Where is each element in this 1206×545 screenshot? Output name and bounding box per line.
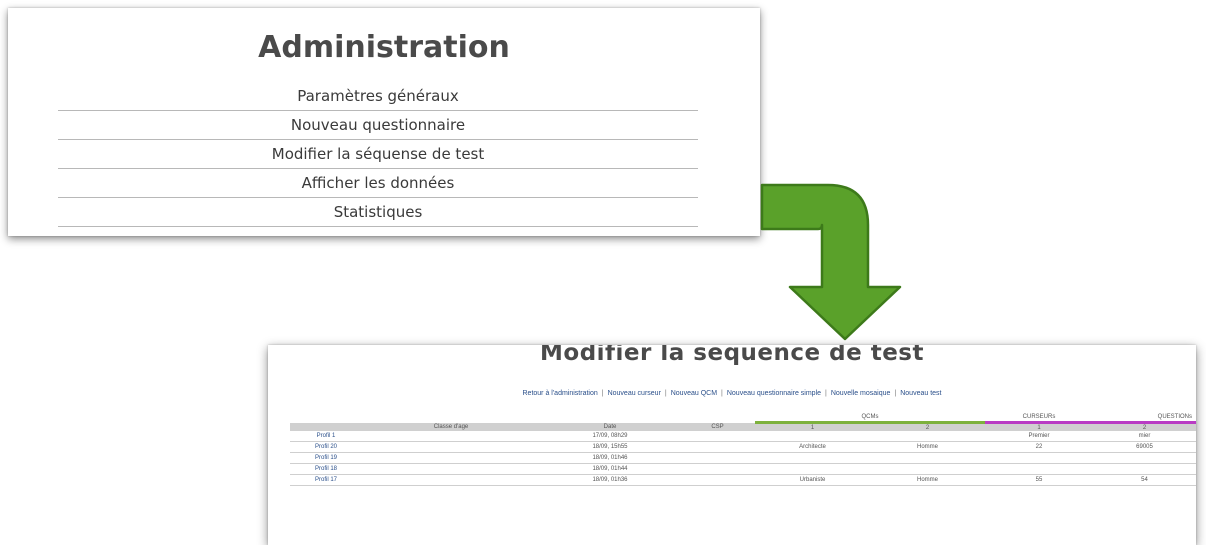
table-cell (680, 474, 755, 486)
table-cell (362, 431, 540, 442)
table-cell: Architecte (755, 441, 870, 453)
table-cell: 55 (985, 474, 1093, 486)
administration-title: Administration (258, 30, 510, 65)
group-spacer (362, 413, 540, 423)
table-cell (362, 452, 540, 464)
table-cell (870, 431, 985, 442)
sequence-links-bar: Retour à l'administration | Nouveau curseu… (268, 390, 1196, 397)
link-new-slider[interactable]: Nouveau curseur (608, 390, 661, 397)
table-group-row: QCMs CURSEURs QUESTIONs (290, 413, 1196, 424)
group-qcm: QCMs (755, 413, 985, 424)
table-cell: 18/09, 01h44 (540, 463, 680, 475)
group-spacer (290, 413, 362, 423)
table-cell: 69005 (1093, 441, 1196, 453)
column-header: 1 (755, 422, 870, 431)
table-cell (755, 431, 870, 442)
table-row: Profil 17 18/09, 01h36 Urbaniste Homme 5… (290, 474, 1196, 486)
link-separator: | (894, 390, 897, 397)
table-row: Profil 1 17/09, 08h29 Premier mier (290, 431, 1196, 442)
table-cell: Homme (870, 474, 985, 486)
table-cell (680, 431, 755, 442)
table-cell: 22 (985, 441, 1093, 453)
sequence-panel: Modifier la sequence de test Retour à l'… (268, 345, 1196, 545)
column-header: 2 (870, 422, 985, 431)
table-header-row: Classe d'age Date CSP 1 2 1 2 (290, 422, 1196, 431)
administration-menu: Paramètres généraux Nouveau questionnair… (58, 82, 698, 227)
table-cell (362, 441, 540, 453)
column-header: Date (540, 422, 680, 431)
profile-link[interactable]: Profil 17 (290, 474, 362, 486)
table-cell (680, 441, 755, 453)
table-cell (362, 463, 540, 475)
column-header (290, 422, 362, 431)
table-cell (870, 463, 985, 475)
profile-link[interactable]: Profil 20 (290, 441, 362, 453)
menu-item-statistics[interactable]: Statistiques (58, 198, 698, 227)
sequence-title: Modifier la sequence de test (540, 345, 924, 366)
group-curseurs: CURSEURs (985, 413, 1093, 424)
table-cell (680, 463, 755, 475)
table-cell: 17/09, 08h29 (540, 431, 680, 442)
menu-item-show-data[interactable]: Afficher les données (58, 169, 698, 198)
table-row: Profil 20 18/09, 15h55 Architecte Homme … (290, 441, 1196, 453)
link-new-test[interactable]: Nouveau test (900, 390, 941, 397)
table-cell: 18/09, 01h46 (540, 452, 680, 464)
link-separator: | (664, 390, 667, 397)
table-cell (985, 452, 1093, 464)
table-cell (870, 452, 985, 464)
group-spacer (680, 413, 755, 423)
link-separator: | (721, 390, 723, 397)
table-cell (1093, 452, 1196, 464)
table-cell: Premier (985, 431, 1093, 442)
table-cell (362, 474, 540, 486)
group-spacer (540, 413, 680, 423)
table-cell: 54 (1093, 474, 1196, 486)
table-cell (755, 463, 870, 475)
menu-item-edit-test-sequence[interactable]: Modifier la séquense de test (58, 140, 698, 169)
column-header: Classe d'age (362, 422, 540, 431)
profile-link[interactable]: Profil 1 (290, 431, 362, 442)
table-cell (680, 452, 755, 464)
column-header: 2 (1093, 422, 1196, 431)
profiles-table: QCMs CURSEURs QUESTIONs Classe d'age Dat… (290, 413, 1196, 486)
table-cell: mier (1093, 431, 1196, 442)
table-row: Profil 18 18/09, 01h44 (290, 463, 1196, 475)
column-header: 1 (985, 422, 1093, 431)
link-new-simple-questionnaire[interactable]: Nouveau questionnaire simple (727, 390, 821, 397)
menu-item-general-settings[interactable]: Paramètres généraux (58, 82, 698, 111)
link-separator: | (825, 390, 827, 397)
profile-link[interactable]: Profil 19 (290, 452, 362, 464)
administration-panel: Administration Paramètres généraux Nouve… (8, 8, 760, 236)
table-cell: Homme (870, 441, 985, 453)
menu-item-new-questionnaire[interactable]: Nouveau questionnaire (58, 111, 698, 140)
link-new-mosaic[interactable]: Nouvelle mosaique (831, 390, 891, 397)
table-cell (755, 452, 870, 464)
table-cell: 18/09, 01h36 (540, 474, 680, 486)
group-questions: QUESTIONs (1093, 413, 1196, 424)
link-back-to-admin[interactable]: Retour à l'administration (523, 390, 598, 397)
table-cell: 18/09, 15h55 (540, 441, 680, 453)
profile-link[interactable]: Profil 18 (290, 463, 362, 475)
link-separator: | (601, 390, 604, 397)
table-cell (1093, 463, 1196, 475)
green-arrow-icon (760, 183, 902, 341)
table-cell (985, 463, 1093, 475)
table-row: Profil 19 18/09, 01h46 (290, 452, 1196, 464)
column-header: CSP (680, 422, 755, 431)
link-new-qcm[interactable]: Nouveau QCM (671, 390, 717, 397)
table-cell: Urbaniste (755, 474, 870, 486)
